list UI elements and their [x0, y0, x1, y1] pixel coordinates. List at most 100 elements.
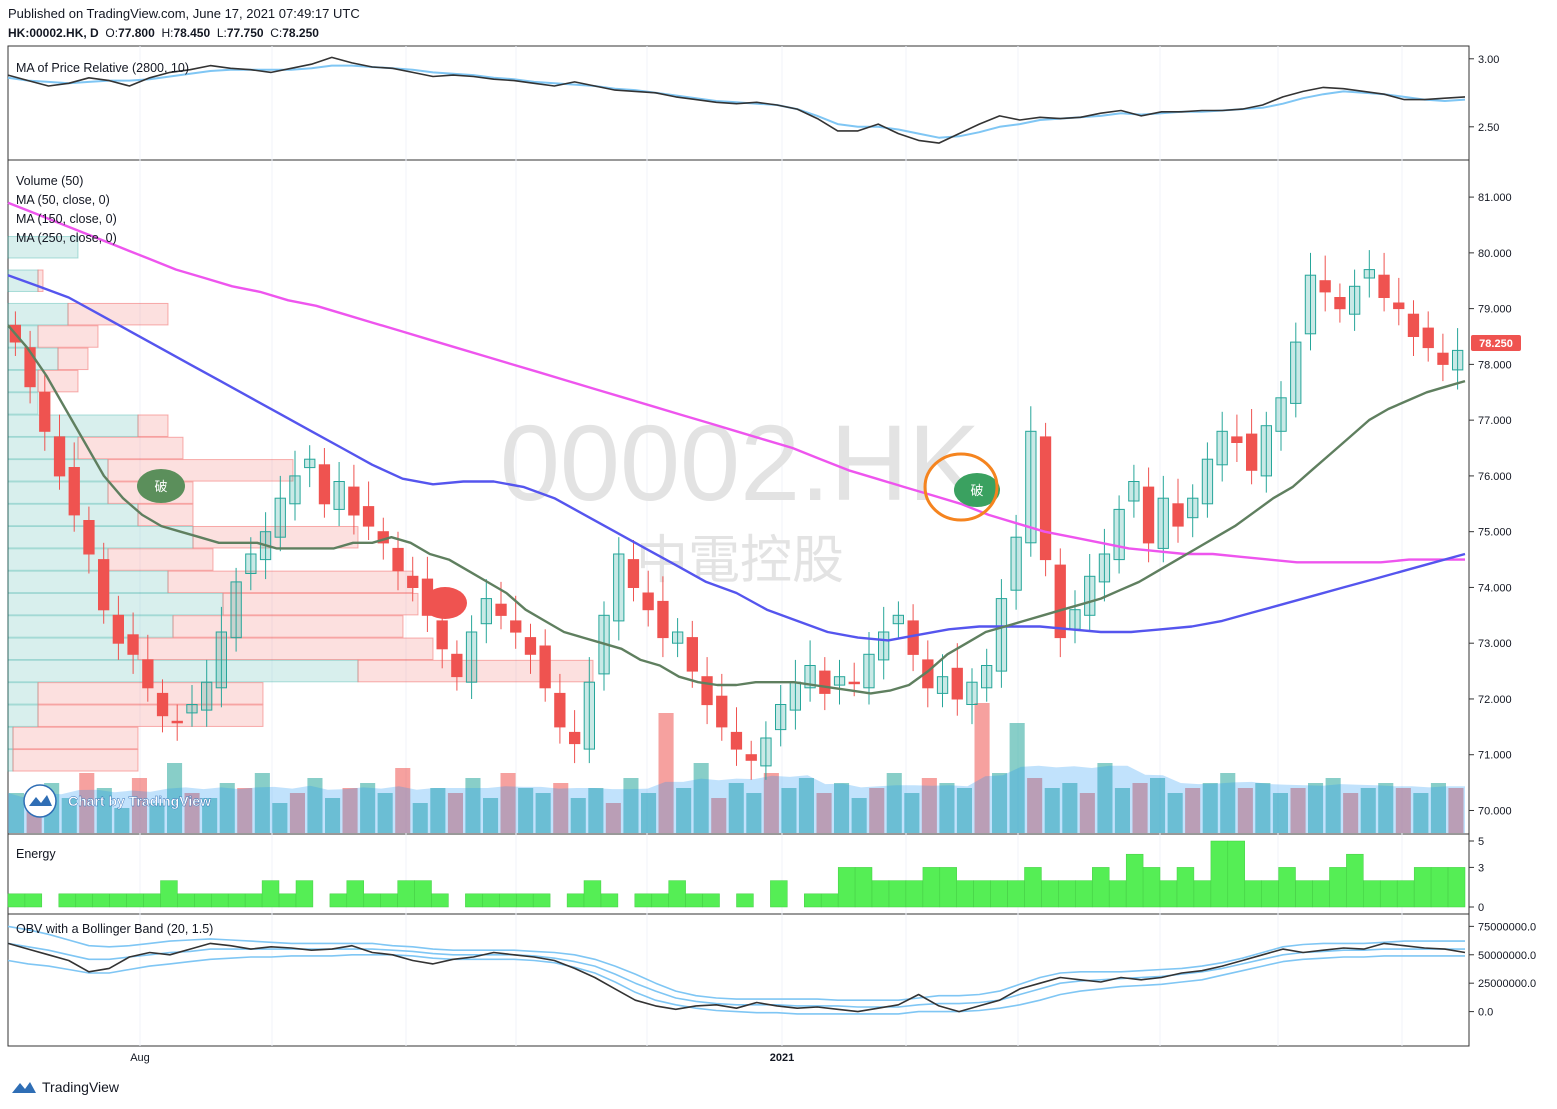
profile-down-7 [137, 414, 169, 437]
candle-body-13 [201, 681, 213, 711]
energy-bar-66 [1125, 853, 1144, 908]
candle-body-30 [451, 653, 463, 678]
candle-body-94 [1393, 302, 1405, 310]
profile-up-18 [7, 659, 359, 683]
energy-bar-19 [329, 893, 348, 908]
energy-bar-56 [956, 880, 974, 908]
energy-bar-61 [1041, 880, 1059, 908]
pane2-y-9-label: 72.000 [1478, 694, 1512, 706]
profile-down-3 [37, 325, 99, 348]
candle-body-18 [274, 497, 286, 538]
candle-body-89 [1319, 280, 1331, 293]
pane2-y-2-label: 79.000 [1478, 304, 1512, 316]
energy-bar-85 [1447, 867, 1466, 908]
profile-down-16 [172, 615, 404, 638]
pane3-y-0-label: 5 [1478, 836, 1484, 848]
candle-body-97 [1437, 352, 1449, 365]
candle-body-63 [936, 676, 949, 694]
candle-body-46 [686, 637, 699, 672]
candle-body-5 [83, 520, 95, 555]
watermark-symbol: 00002.HK [500, 402, 980, 523]
pane2-y-11-label: 70.000 [1478, 805, 1512, 817]
energy-bar-7 [126, 893, 144, 908]
profile-up-2 [7, 302, 69, 326]
legend-ma250: MA (250, close, 0) [16, 231, 117, 245]
profile-up-21 [7, 726, 14, 750]
energy-bar-12 [211, 893, 229, 908]
energy-bar-37 [634, 893, 652, 908]
profile-down-20 [37, 704, 264, 727]
energy-bar-38 [651, 893, 669, 908]
energy-bar-50 [854, 867, 873, 908]
energy-bar-69 [1176, 867, 1195, 908]
profile-up-16 [7, 615, 174, 638]
candle-body-84 [1246, 433, 1258, 471]
x-label-2021: 2021 [770, 1052, 794, 1064]
candle-body-73 [1084, 575, 1096, 616]
candle-body-24 [362, 506, 375, 527]
candle-body-88 [1304, 274, 1317, 335]
energy-bar-79 [1346, 853, 1364, 908]
energy-bar-59 [1007, 880, 1025, 908]
pane3-y-2-label: 0 [1478, 902, 1484, 914]
pane2-y-8-label: 73.000 [1478, 638, 1512, 650]
energy-bar-31 [532, 893, 551, 908]
profile-up-19 [7, 682, 39, 705]
profile-up-14 [7, 570, 169, 594]
candle-body-9 [142, 659, 154, 689]
energy-bar-48 [820, 893, 839, 908]
energy-bar-25 [431, 893, 449, 908]
legend-volume: Volume (50) [16, 174, 83, 188]
energy-bar-9 [160, 880, 178, 908]
candle-body-20 [304, 458, 316, 469]
energy-bar-73 [1244, 880, 1262, 908]
candle-body-83 [1231, 436, 1243, 443]
profile-down-21 [12, 726, 139, 750]
pane2-y-0-label: 81.000 [1478, 192, 1512, 204]
energy-bar-81 [1380, 880, 1398, 908]
pane3-y-1-label: 3 [1478, 862, 1484, 874]
profile-up-8 [7, 436, 79, 460]
energy-bar-83 [1413, 867, 1432, 908]
energy-bar-39 [668, 880, 686, 908]
energy-bar-82 [1396, 880, 1415, 908]
energy-bar-64 [1092, 867, 1110, 908]
profile-down-22 [12, 749, 139, 772]
candle-body-26 [392, 547, 404, 572]
profile-down-14 [167, 570, 414, 594]
candle-body-49 [730, 731, 743, 750]
pane2-y-5-label: 76.000 [1478, 471, 1512, 483]
profile-up-6 [7, 392, 39, 415]
energy-bar-33 [566, 893, 585, 908]
candle-body-3 [53, 436, 66, 477]
candle-body-19 [289, 475, 301, 505]
energy-bar-78 [1329, 867, 1347, 908]
break-badge-left: 破 [137, 469, 185, 503]
energy-bar-47 [804, 893, 822, 908]
candle-body-66 [981, 665, 993, 689]
energy-bar-6 [109, 893, 127, 908]
candle-body-82 [1216, 430, 1228, 466]
profile-down-11 [137, 503, 194, 527]
candle-body-10 [156, 692, 169, 717]
candle-body-56 [833, 676, 846, 686]
candle-body-23 [348, 486, 360, 516]
candle-body-37 [554, 692, 566, 728]
pane2-y-6-label: 75.000 [1478, 527, 1512, 539]
energy-bar-4 [75, 893, 93, 908]
pane2-y-10-label: 71.000 [1478, 750, 1512, 762]
candle-body-70 [1039, 436, 1052, 561]
chart-area[interactable]: 00002.HK 中電控股 MA of Price Relative (2800… [0, 0, 1557, 1109]
candle-body-50 [745, 754, 757, 761]
energy-bar-15 [261, 880, 280, 908]
candle-body-38 [569, 731, 581, 745]
candle-body-8 [127, 634, 139, 655]
energy-bar-76 [1295, 880, 1313, 908]
candle-body-32 [480, 598, 493, 625]
candle-body-22 [333, 481, 345, 510]
candle-body-90 [1334, 297, 1346, 310]
profile-down-9 [107, 459, 294, 482]
energy-bar-60 [1024, 867, 1042, 908]
x-label-aug: Aug [130, 1052, 150, 1064]
candle-body-51 [760, 737, 772, 767]
